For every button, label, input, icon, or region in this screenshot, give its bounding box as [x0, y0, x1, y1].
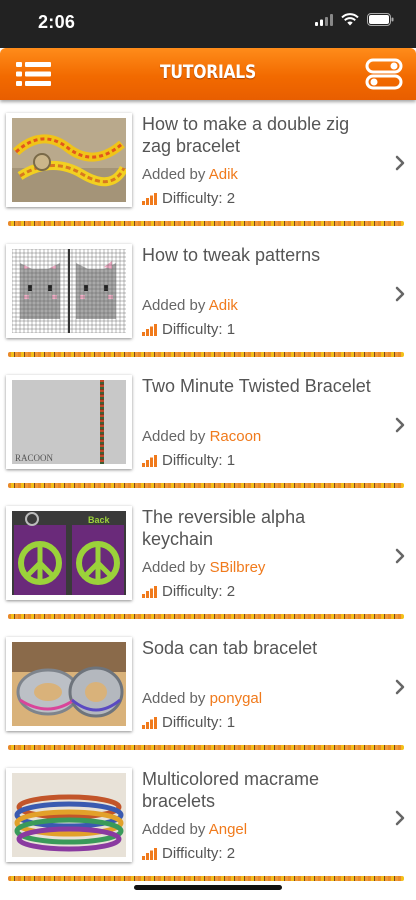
tutorial-thumbnail — [6, 768, 132, 862]
tutorial-author: Added by Adik — [142, 297, 238, 314]
added-by-label: Added by — [142, 690, 206, 707]
chevron-right-icon[interactable] — [395, 417, 405, 433]
tutorial-difficulty: Difficulty: 1 — [142, 452, 235, 469]
added-by-label: Added by — [142, 297, 206, 314]
tutorial-author: Added by Racoon — [142, 428, 261, 445]
status-bar: 2:06 — [0, 0, 416, 48]
author-link[interactable]: Adik — [209, 297, 238, 314]
author-link[interactable]: SBilbrey — [210, 559, 266, 576]
author-link[interactable]: Racoon — [210, 428, 262, 445]
difficulty-bars-icon — [142, 585, 157, 598]
tutorial-thumbnail: Back — [6, 506, 132, 600]
tutorial-thumbnail — [6, 244, 132, 338]
author-link[interactable]: Angel — [209, 821, 247, 838]
tutorial-author: Added by Angel — [142, 821, 247, 838]
tutorial-author: Added by ponygal — [142, 690, 262, 707]
bracelet-divider — [8, 745, 404, 750]
tutorial-difficulty: Difficulty: 1 — [142, 321, 235, 338]
tutorial-row[interactable]: Soda can tab bracelet Added by ponygal D… — [0, 625, 416, 756]
tutorial-title: How to make a double zig zag bracelet — [142, 114, 350, 156]
nav-bar: TUTORIALS — [0, 48, 416, 100]
tutorial-title: Two Minute Twisted Bracelet — [142, 376, 371, 396]
page-title: TUTORIALS — [160, 61, 256, 83]
tutorial-row[interactable]: Multicolored macrame bracelets Added by … — [0, 756, 416, 887]
battery-icon — [367, 13, 394, 26]
status-icons — [315, 13, 394, 26]
difficulty-value: 1 — [226, 714, 236, 731]
difficulty-value: 2 — [226, 583, 236, 600]
tutorial-list: How to make a double zig zag bracelet Ad… — [0, 101, 416, 887]
chevron-right-icon[interactable] — [395, 286, 405, 302]
wifi-icon — [341, 13, 359, 26]
bracelet-divider — [8, 352, 404, 357]
tutorial-difficulty: Difficulty: 2 — [142, 190, 235, 207]
tutorial-thumbnail — [6, 113, 132, 207]
toggle-switch-icon — [365, 58, 403, 90]
added-by-label: Added by — [142, 821, 206, 838]
chevron-right-icon[interactable] — [395, 155, 405, 171]
difficulty-label: Difficulty: — [162, 321, 223, 338]
home-indicator[interactable] — [134, 885, 282, 890]
tutorial-row[interactable]: Back The reversible alpha keychain Added… — [0, 494, 416, 625]
difficulty-label: Difficulty: — [162, 452, 223, 469]
added-by-label: Added by — [142, 559, 206, 576]
tutorial-difficulty: Difficulty: 2 — [142, 845, 235, 862]
difficulty-value: 1 — [226, 321, 236, 338]
difficulty-value: 2 — [226, 845, 236, 862]
difficulty-label: Difficulty: — [162, 190, 223, 207]
bracelet-divider — [8, 614, 404, 619]
difficulty-bars-icon — [142, 454, 157, 467]
tutorial-difficulty: Difficulty: 1 — [142, 714, 235, 731]
bracelet-divider — [8, 876, 404, 881]
difficulty-bars-icon — [142, 847, 157, 860]
thumbnail-watermark: RACOON — [15, 453, 54, 463]
tutorial-thumbnail: RACOON — [6, 375, 132, 469]
cellular-signal-icon — [315, 13, 333, 26]
chevron-right-icon[interactable] — [395, 810, 405, 826]
tutorial-row[interactable]: How to tweak patterns Added by Adik Diff… — [0, 232, 416, 363]
tutorial-row[interactable]: RACOON Two Minute Twisted Bracelet Added… — [0, 363, 416, 494]
author-link[interactable]: Adik — [209, 166, 238, 183]
tutorial-difficulty: Difficulty: 2 — [142, 583, 235, 600]
tutorial-row[interactable]: How to make a double zig zag bracelet Ad… — [0, 101, 416, 232]
status-time: 2:06 — [38, 12, 76, 32]
tutorial-title: How to tweak patterns — [142, 245, 321, 265]
tutorial-title: Soda can tab bracelet — [142, 638, 318, 658]
thumbnail-label: Back — [88, 515, 111, 525]
chevron-right-icon[interactable] — [395, 548, 405, 564]
difficulty-label: Difficulty: — [162, 845, 223, 862]
tutorial-title: The reversible alpha keychain — [142, 507, 306, 549]
bracelet-divider — [8, 483, 404, 488]
chevron-right-icon[interactable] — [395, 679, 405, 695]
difficulty-value: 2 — [226, 190, 236, 207]
tutorial-author: Added by Adik — [142, 166, 238, 183]
author-link[interactable]: ponygal — [210, 690, 263, 707]
tutorial-author: Added by SBilbrey — [142, 559, 265, 576]
added-by-label: Added by — [142, 428, 206, 445]
difficulty-label: Difficulty: — [162, 583, 223, 600]
difficulty-bars-icon — [142, 716, 157, 729]
difficulty-bars-icon — [142, 323, 157, 336]
difficulty-label: Difficulty: — [162, 714, 223, 731]
bracelet-divider — [8, 221, 404, 226]
tutorial-thumbnail — [6, 637, 132, 731]
difficulty-bars-icon — [142, 192, 157, 205]
difficulty-value: 1 — [226, 452, 236, 469]
tutorial-title: Multicolored macrame bracelets — [142, 769, 320, 811]
added-by-label: Added by — [142, 166, 206, 183]
toggle-view-button[interactable] — [364, 58, 404, 90]
